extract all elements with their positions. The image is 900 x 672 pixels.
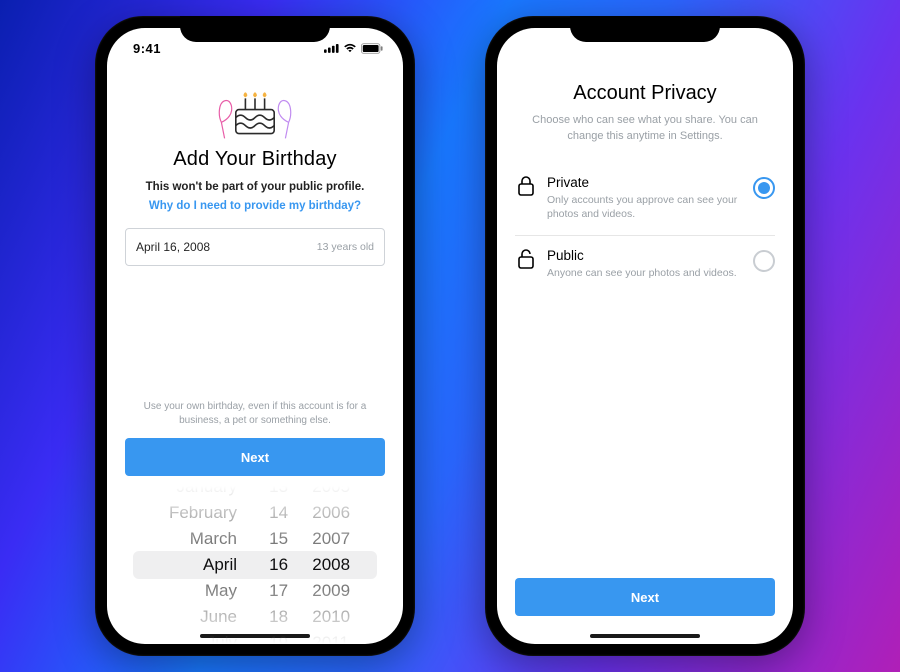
picker-month-col[interactable]: January February March April May June July <box>135 486 259 644</box>
privacy-option-private[interactable]: Private Only accounts you approve can see… <box>515 163 775 235</box>
picker-item[interactable]: 2006 <box>312 502 350 524</box>
radio-public[interactable] <box>753 250 775 272</box>
page-title: Add Your Birthday <box>125 148 385 171</box>
picker-item[interactable]: July <box>207 632 237 644</box>
picker-item[interactable]: 2005 <box>312 486 350 498</box>
signal-icon <box>324 43 339 53</box>
status-time: 9:41 <box>133 41 161 56</box>
picker-item[interactable]: 2011 <box>312 632 349 644</box>
page-title: Account Privacy <box>515 82 775 105</box>
option-name: Public <box>547 248 743 263</box>
lock-open-icon <box>515 248 537 269</box>
notch <box>570 16 720 42</box>
birthday-cake-icon <box>125 74 385 142</box>
lock-closed-icon <box>515 175 537 196</box>
picker-item[interactable]: June <box>200 606 237 628</box>
date-picker[interactable]: JanuaryFebruaryMarchAprilMayJuneJuly 131… <box>125 486 385 644</box>
status-icons <box>324 43 383 54</box>
phone-left: 9:41 <box>95 16 415 656</box>
picker-item[interactable]: April <box>203 554 237 576</box>
picker-item[interactable]: 2008 <box>312 554 350 576</box>
privacy-options: Private Only accounts you approve can see… <box>515 163 775 295</box>
helper-text: Use your own birthday, even if this acco… <box>129 400 381 428</box>
option-desc: Only accounts you approve can see your p… <box>547 193 743 221</box>
home-indicator <box>590 634 700 638</box>
picker-item[interactable]: 18 <box>269 606 288 628</box>
page-subtitle: Choose who can see what you share. You c… <box>523 113 767 145</box>
profile-note: This won't be part of your public profil… <box>125 181 385 193</box>
picker-item[interactable]: 17 <box>269 580 288 602</box>
option-name: Private <box>547 175 743 190</box>
picker-item[interactable]: 13 <box>269 486 288 498</box>
picker-item[interactable]: 16 <box>269 554 288 576</box>
picker-item[interactable]: 19 <box>269 632 288 644</box>
picker-item[interactable]: January <box>177 486 237 498</box>
radio-private[interactable] <box>753 177 775 199</box>
why-birthday-link[interactable]: Why do I need to provide my birthday? <box>149 200 361 212</box>
picker-item[interactable]: March <box>190 528 237 550</box>
notch <box>180 16 330 42</box>
battery-icon <box>361 43 383 54</box>
phone-right: Account Privacy Choose who can see what … <box>485 16 805 656</box>
picker-item[interactable]: February <box>169 502 237 524</box>
option-desc: Anyone can see your photos and videos. <box>547 266 743 280</box>
picker-day-col[interactable]: 13 14 15 16 17 18 19 <box>259 486 298 644</box>
next-button[interactable]: Next <box>125 438 385 476</box>
picker-item[interactable]: 2010 <box>312 606 350 628</box>
picker-item[interactable]: 2007 <box>312 528 350 550</box>
age-label: 13 years old <box>317 241 374 253</box>
picker-item[interactable]: 15 <box>269 528 288 550</box>
next-button[interactable]: Next <box>515 578 775 616</box>
birthday-value: April 16, 2008 <box>136 240 210 254</box>
picker-item[interactable]: 2009 <box>312 580 350 602</box>
picker-item[interactable]: 14 <box>269 502 288 524</box>
picker-year-col[interactable]: 2005 2006 2007 2008 2009 2010 2011 <box>298 486 375 644</box>
wifi-icon <box>343 43 357 53</box>
privacy-option-public[interactable]: Public Anyone can see your photos and vid… <box>515 235 775 294</box>
birthday-input[interactable]: April 16, 2008 13 years old <box>125 228 385 266</box>
picker-item[interactable]: May <box>205 580 237 602</box>
